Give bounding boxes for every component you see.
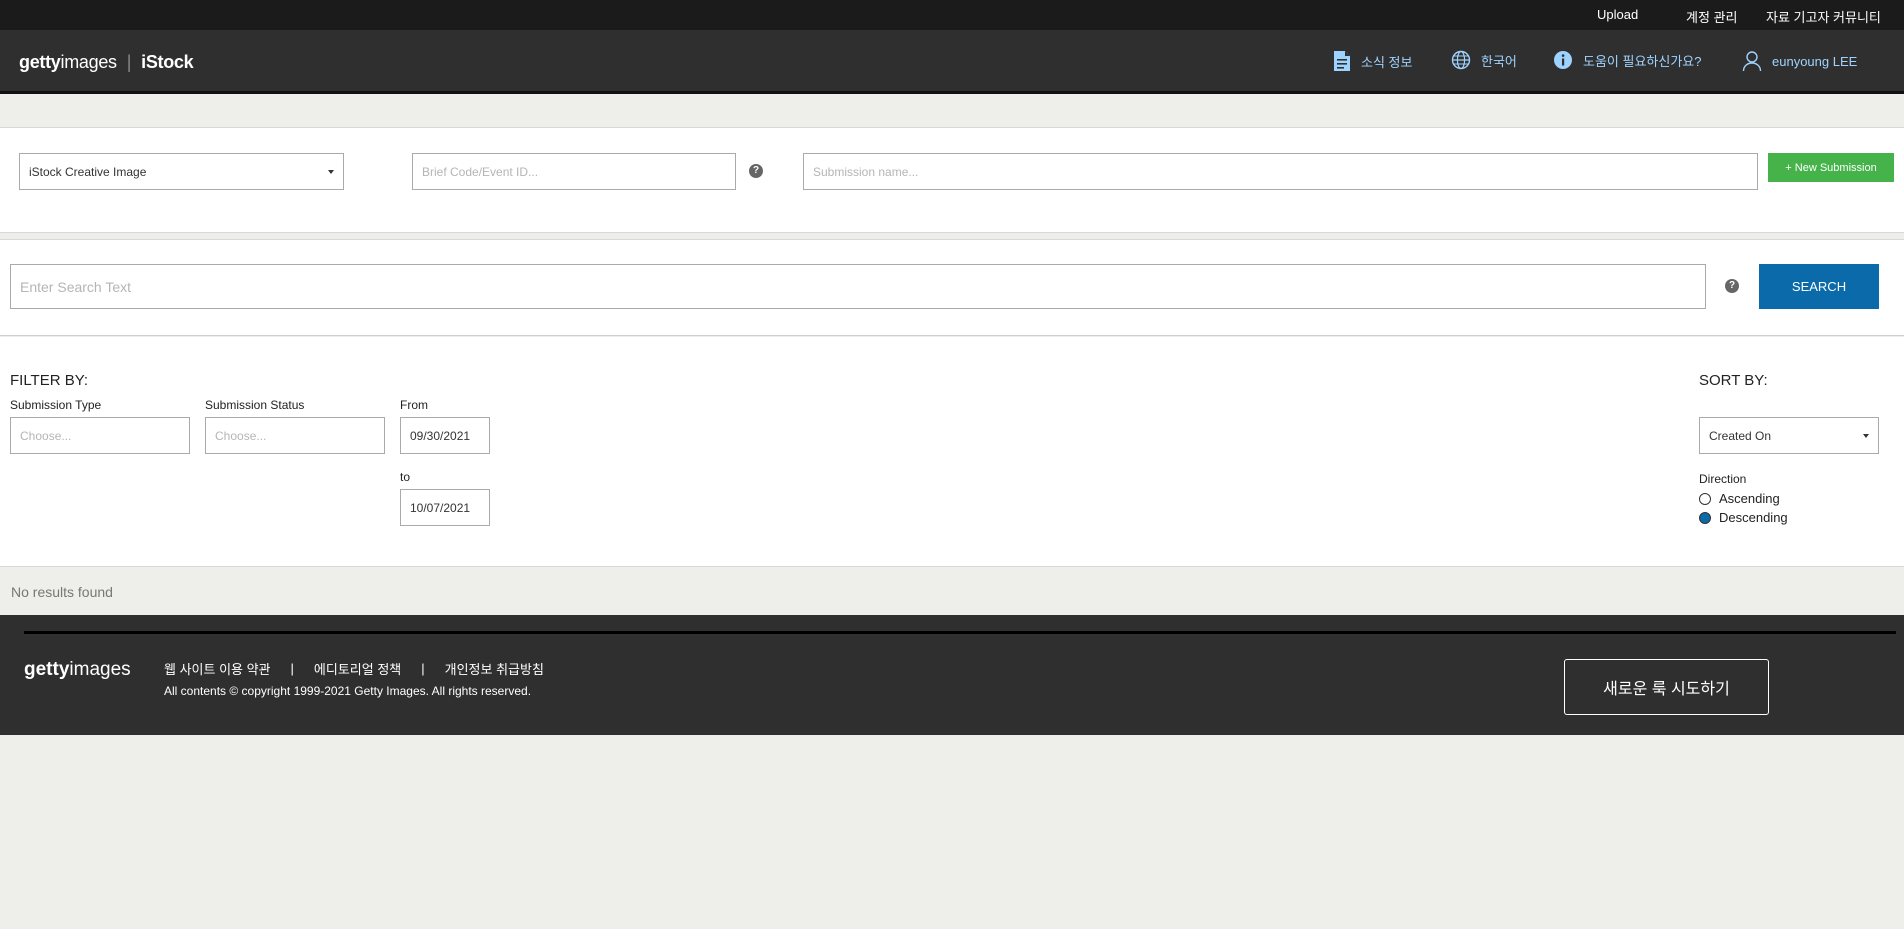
footer-logo[interactable]: gettyimages — [24, 659, 131, 681]
footer-divider — [24, 631, 1896, 634]
help-label: 도움이 필요하신가요? — [1583, 53, 1702, 69]
no-results-message: No results found — [11, 584, 113, 600]
brief-code-placeholder: Brief Code/Event ID... — [422, 164, 539, 179]
utility-bar: Upload 계정 관리 자료 기고자 커뮤니티 — [0, 0, 1904, 30]
help-icon[interactable]: ? — [1725, 279, 1739, 293]
site-header: gettyimages | iStock 소식 정보 한국어 도움이 필요하신가요? — [0, 30, 1904, 94]
logo-istock: iStock — [141, 52, 194, 72]
filter-title: FILTER BY: — [10, 372, 89, 389]
dropdown-caret-icon — [1863, 434, 1869, 438]
footer-logo-images: images — [69, 659, 131, 680]
submission-name-placeholder: Submission name... — [813, 164, 919, 179]
community-link[interactable]: 자료 기고자 커뮤니티 — [1766, 7, 1881, 26]
account-link[interactable]: 계정 관리 — [1686, 7, 1737, 26]
search-input[interactable]: Enter Search Text — [10, 264, 1706, 309]
footer-separator: | — [290, 661, 294, 676]
logo-images: images — [60, 52, 118, 72]
ascending-label[interactable]: Ascending — [1719, 491, 1780, 506]
submission-status-label: Submission Status — [205, 398, 305, 412]
to-date-label: to — [400, 470, 411, 484]
news-label: 소식 정보 — [1361, 54, 1413, 70]
site-footer: gettyimages 웹 사이트 이용 약관 | 에디토리얼 정책 | 개인정… — [0, 615, 1904, 735]
sort-select[interactable]: Created On — [1699, 417, 1879, 454]
sort-title: SORT BY: — [1699, 372, 1768, 389]
brief-code-input[interactable]: Brief Code/Event ID... — [412, 153, 736, 190]
submission-type-filter[interactable]: Choose... — [10, 417, 190, 454]
try-new-look-button[interactable]: 새로운 룩 시도하기 — [1564, 659, 1769, 715]
user-menu[interactable]: eunyoung LEE — [1742, 50, 1857, 72]
user-icon — [1742, 51, 1762, 72]
dropdown-caret-icon — [328, 170, 334, 174]
footer-logo-getty: getty — [24, 659, 70, 680]
submission-status-filter[interactable]: Choose... — [205, 417, 385, 454]
editorial-policy-link[interactable]: 에디토리얼 정책 — [314, 659, 401, 678]
submission-status-filter-placeholder: Choose... — [215, 428, 267, 443]
language-selector[interactable]: 한국어 — [1451, 50, 1517, 70]
help-icon[interactable]: ? — [749, 164, 763, 178]
submission-name-input[interactable]: Submission name... — [803, 153, 1758, 190]
user-name: eunyoung LEE — [1772, 53, 1858, 69]
logo[interactable]: gettyimages | iStock — [19, 52, 194, 73]
descending-radio[interactable] — [1699, 512, 1711, 524]
footer-separator: | — [421, 661, 425, 676]
language-label: 한국어 — [1481, 53, 1517, 69]
from-date-input[interactable]: 09/30/2021 — [400, 417, 490, 454]
info-icon — [1554, 51, 1572, 69]
document-icon — [1334, 51, 1350, 71]
help-link[interactable]: 도움이 필요하신가요? — [1553, 50, 1701, 70]
news-link[interactable]: 소식 정보 — [1333, 50, 1412, 72]
new-submission-button[interactable]: + New Submission — [1768, 153, 1894, 182]
submission-type-select[interactable]: iStock Creative Image — [19, 153, 344, 190]
direction-label: Direction — [1699, 472, 1747, 486]
logo-separator: | — [126, 52, 132, 72]
descending-label[interactable]: Descending — [1719, 510, 1788, 525]
globe-icon — [1451, 50, 1471, 70]
privacy-link[interactable]: 개인정보 취급방침 — [445, 659, 544, 678]
submission-type-label: Submission Type — [10, 398, 102, 412]
submission-type-value: iStock Creative Image — [29, 164, 147, 179]
footer-links: 웹 사이트 이용 약관 | 에디토리얼 정책 | 개인정보 취급방침 — [164, 659, 544, 678]
search-placeholder: Enter Search Text — [20, 278, 132, 295]
submission-type-filter-placeholder: Choose... — [20, 428, 72, 443]
ascending-radio[interactable] — [1699, 493, 1711, 505]
to-date-input[interactable]: 10/07/2021 — [400, 489, 490, 526]
sort-value: Created On — [1709, 428, 1772, 443]
from-date-value: 09/30/2021 — [410, 428, 471, 443]
copyright-text: All contents © copyright 1999-2021 Getty… — [164, 684, 532, 698]
upload-link[interactable]: Upload — [1597, 7, 1638, 22]
from-date-label: From — [400, 398, 428, 412]
terms-link[interactable]: 웹 사이트 이용 약관 — [164, 659, 271, 678]
logo-getty: getty — [19, 52, 61, 72]
to-date-value: 10/07/2021 — [410, 500, 471, 515]
search-button[interactable]: SEARCH — [1759, 264, 1879, 309]
